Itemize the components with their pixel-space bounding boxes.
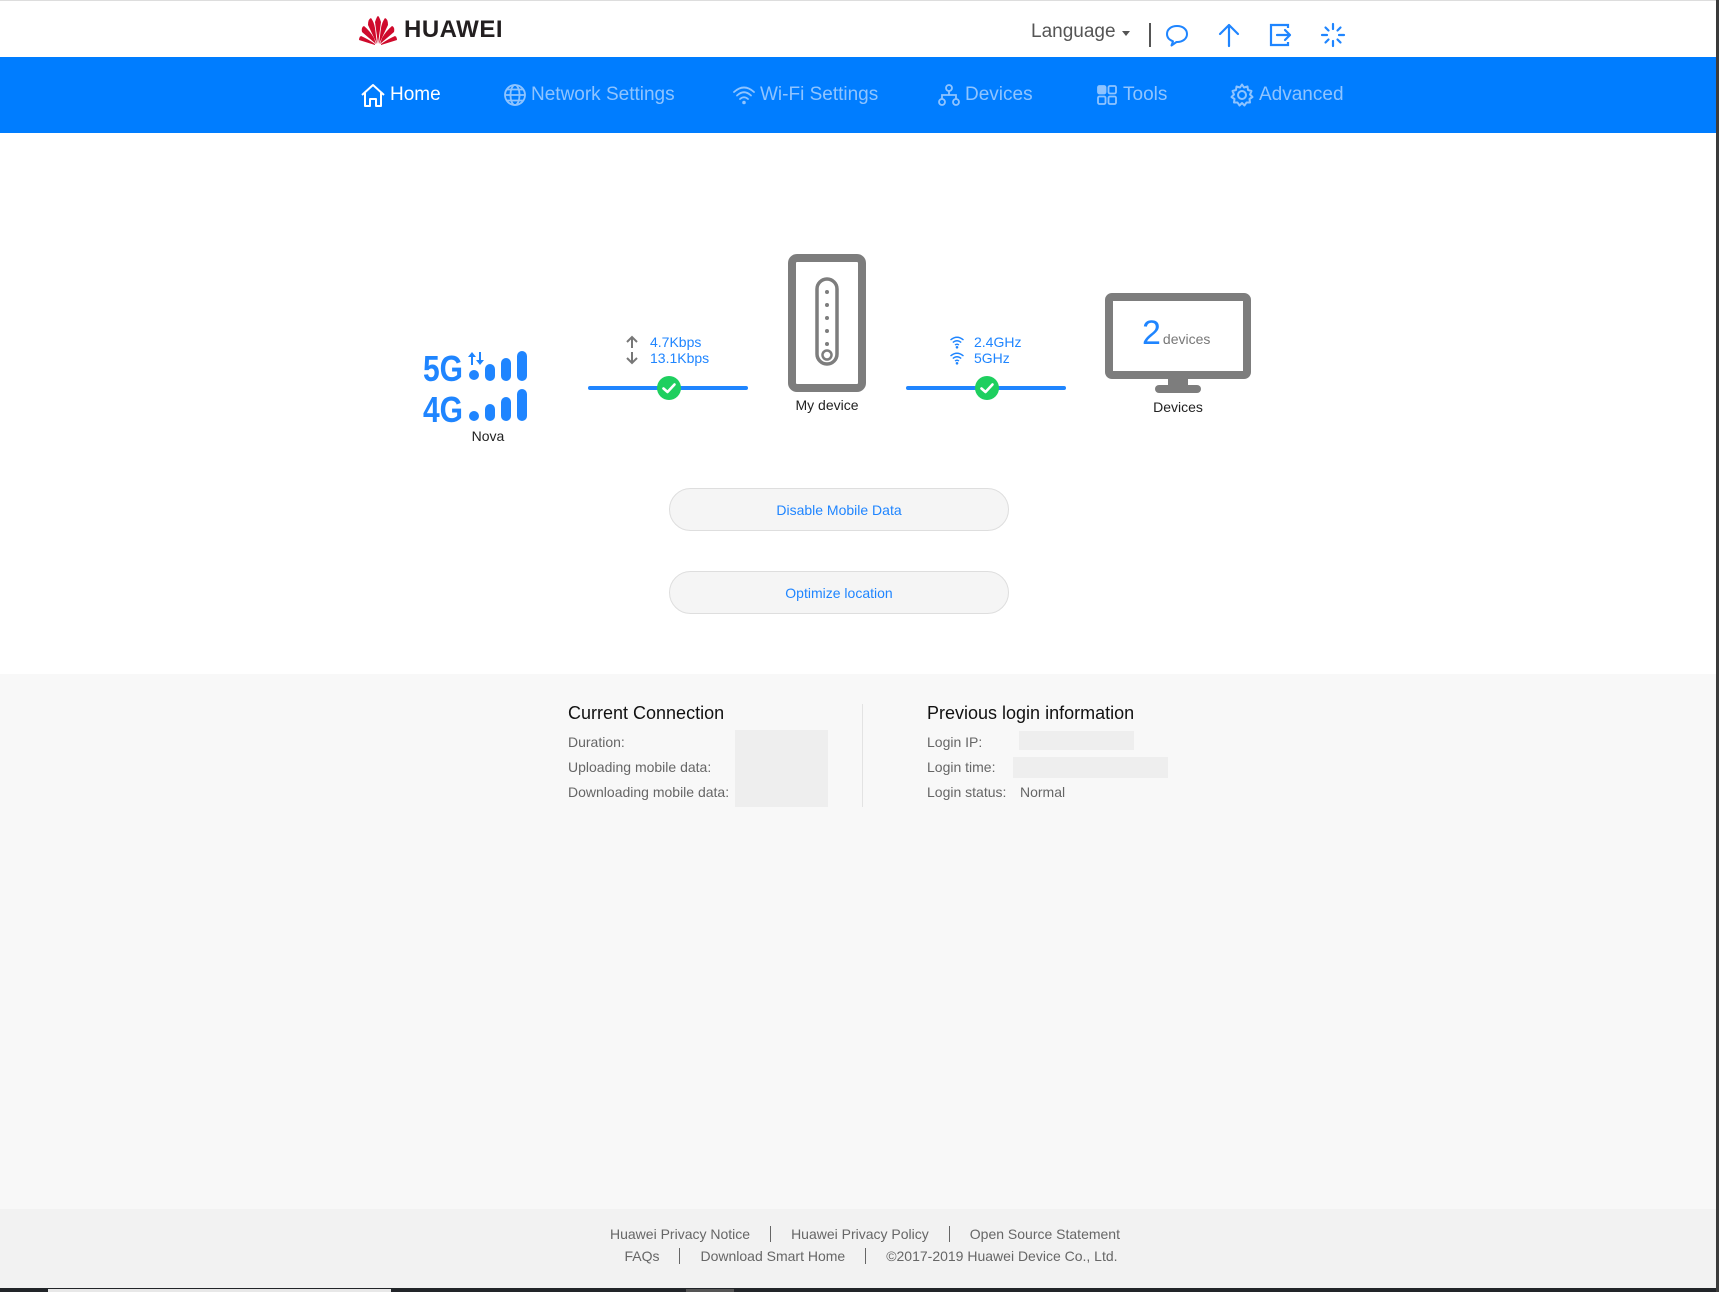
message-icon[interactable] xyxy=(1163,21,1191,49)
huawei-petals-icon xyxy=(359,16,397,45)
loading-spinner-icon xyxy=(1319,21,1347,49)
download-arrow-icon xyxy=(626,352,638,365)
login-status-label: Login status: xyxy=(927,784,1007,800)
nav-network-settings[interactable]: Network Settings xyxy=(503,57,675,133)
wifi-band-icon xyxy=(950,352,964,365)
login-status-value: Normal xyxy=(1020,784,1066,800)
lan-connected-check-icon xyxy=(975,376,999,400)
nav-wifi-settings[interactable]: Wi-Fi Settings xyxy=(732,57,878,133)
wifi-icon xyxy=(733,86,755,105)
disable-mobile-data-button[interactable]: Disable Mobile Data xyxy=(669,488,1009,531)
nav-network-settings-label: Network Settings xyxy=(531,84,675,105)
duration-label: Duration: xyxy=(568,734,625,750)
optimize-location-button[interactable]: Optimize location xyxy=(669,571,1009,614)
connected-devices[interactable]: 2 devices xyxy=(1105,293,1251,396)
open-source-link[interactable]: Open Source Statement xyxy=(970,1226,1120,1242)
footer: Huawei Privacy Notice Huawei Privacy Pol… xyxy=(0,1209,1716,1288)
nav-devices-label: Devices xyxy=(965,84,1033,105)
upload-speed: 4.7Kbps xyxy=(650,334,702,350)
login-ip-label: Login IP: xyxy=(927,734,983,750)
nav-home[interactable]: Home xyxy=(360,57,441,133)
caret-down-icon xyxy=(1121,30,1130,36)
footer-separator xyxy=(948,1226,950,1242)
nav-advanced-label: Advanced xyxy=(1259,84,1344,105)
wifi-band-2g: 2.4GHz xyxy=(974,334,1022,350)
update-arrow-icon[interactable] xyxy=(1215,21,1243,49)
login-time-label: Login time: xyxy=(927,759,996,775)
language-dropdown[interactable]: Language xyxy=(1031,21,1130,43)
copyright-text: ©2017-2019 Huawei Device Co., Ltd. xyxy=(886,1248,1118,1264)
brand-name: HUAWEI xyxy=(404,16,503,43)
main-nav: Home Network Settings Wi-Fi Settings Dev… xyxy=(0,57,1716,133)
nav-home-label: Home xyxy=(390,84,441,105)
nav-tools-label: Tools xyxy=(1123,84,1168,105)
current-connection-title: Current Connection xyxy=(568,703,725,723)
device-count: 2 xyxy=(1142,314,1161,352)
router-device[interactable] xyxy=(788,254,866,392)
login-ip-redacted xyxy=(1019,731,1134,750)
top-header: HUAWEI Language xyxy=(0,0,1716,57)
nav-wifi-settings-label: Wi-Fi Settings xyxy=(760,84,879,105)
footer-separator xyxy=(865,1248,867,1264)
faqs-link[interactable]: FAQs xyxy=(624,1248,659,1264)
uploading-data-label: Uploading mobile data: xyxy=(568,759,712,775)
mobile-network-status[interactable]: 5G 4G xyxy=(422,348,552,430)
os-taskbar xyxy=(0,1288,1719,1292)
logout-icon[interactable] xyxy=(1267,21,1295,49)
privacy-policy-link[interactable]: Huawei Privacy Policy xyxy=(791,1226,929,1242)
download-smart-home-link[interactable]: Download Smart Home xyxy=(700,1248,845,1264)
wifi-bands: 2.4GHz 5GHz xyxy=(949,334,1021,366)
huawei-logo: HUAWEI xyxy=(358,13,503,47)
previous-login-title: Previous login information xyxy=(927,703,1135,723)
tech-5g-text: 5G xyxy=(423,348,463,389)
nav-devices[interactable]: Devices xyxy=(937,57,1033,133)
wifi-band-5g: 5GHz xyxy=(974,350,1010,366)
language-label: Language xyxy=(1031,21,1116,42)
wifi-band-icon xyxy=(950,336,964,349)
footer-separator xyxy=(679,1248,681,1264)
home-icon xyxy=(361,84,385,107)
gear-icon xyxy=(1230,83,1254,107)
info-section xyxy=(0,674,1716,1209)
router-icon xyxy=(788,254,866,392)
footer-separator xyxy=(770,1226,772,1242)
globe-icon xyxy=(504,84,526,106)
signal-strength-icon: 5G 4G xyxy=(423,348,527,430)
login-time-redacted xyxy=(1013,757,1168,778)
speed-readout: 4.7Kbps 13.1Kbps xyxy=(624,334,709,366)
network-topology-icon xyxy=(938,84,960,106)
download-speed: 13.1Kbps xyxy=(650,350,710,366)
upload-arrow-icon xyxy=(626,335,638,348)
info-divider xyxy=(862,704,863,807)
device-count-unit: devices xyxy=(1162,331,1211,347)
nav-tools[interactable]: Tools xyxy=(1095,57,1167,133)
devices-label: Devices xyxy=(1153,399,1203,415)
my-device-label: My device xyxy=(795,397,859,413)
nav-advanced[interactable]: Advanced xyxy=(1229,57,1344,133)
connection-values-redacted xyxy=(735,730,828,807)
header-divider xyxy=(1149,23,1151,47)
wan-connected-check-icon xyxy=(657,376,681,400)
network-name-label: Nova xyxy=(471,428,505,444)
downloading-data-label: Downloading mobile data: xyxy=(568,784,730,800)
grid-icon xyxy=(1097,85,1117,105)
tech-4g-text: 4G xyxy=(423,389,463,430)
privacy-notice-link[interactable]: Huawei Privacy Notice xyxy=(610,1226,750,1242)
